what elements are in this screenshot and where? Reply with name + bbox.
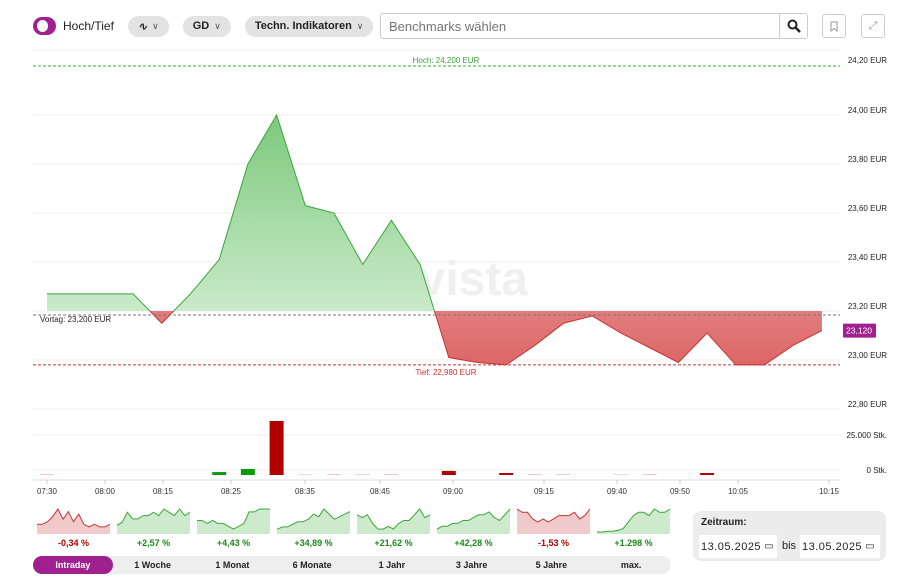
sparkline-percent: -0,34 % (57, 538, 90, 548)
volume-bar (642, 474, 657, 475)
sparkline-7[interactable]: +1.298 % (597, 505, 671, 548)
volume-bar (269, 420, 284, 475)
range-1-jahr[interactable]: 1 Jahr (352, 556, 432, 574)
x-tick-label: 07:30 (37, 487, 58, 496)
x-tick-label: 10:05 (728, 487, 749, 496)
y-tick-label: 24,00 EUR (848, 106, 887, 115)
sparkline-5[interactable]: +42,28 % (436, 505, 511, 548)
volume-bar (384, 474, 399, 475)
y-tick-label: 23,40 EUR (848, 253, 887, 262)
volume-bar (327, 474, 341, 475)
date-to-value: 13.05.2025 (802, 540, 863, 553)
sparkline-2[interactable]: +4,43 % (197, 505, 270, 548)
sparkline-3[interactable]: +34,89 % (276, 505, 351, 548)
date-from-input[interactable]: 13.05.2025 ▭ (699, 535, 777, 558)
range-3-jahre[interactable]: 3 Jahre (432, 556, 512, 574)
sparkline-chart (356, 508, 431, 534)
sparkline-percent: +4,43 % (216, 538, 251, 548)
sparkline-percent: -1,53 % (537, 538, 570, 548)
sparkline-6[interactable]: -1,53 % (516, 505, 591, 548)
x-tick-label: 08:45 (370, 487, 391, 496)
volume-bar (499, 473, 514, 475)
sparkline-chart (197, 508, 270, 534)
date-from-value: 13.05.2025 (701, 540, 762, 553)
zeitraum-panel: Zeitraum: 13.05.2025 ▭ bis 13.05.2025 ▭ (693, 511, 886, 561)
sparkline-percent: +42,28 % (454, 538, 493, 548)
range-1-woche[interactable]: 1 Woche (113, 556, 193, 574)
x-tick-label: 09:15 (534, 487, 555, 496)
previous-close-label: Vortag: 23,200 EUR (40, 315, 111, 324)
volume-bar (441, 470, 456, 475)
volume-bar (527, 474, 542, 475)
y-tick-label: 24,20 EUR (848, 56, 887, 65)
high-label: Hoch: 24,200 EUR (413, 56, 480, 65)
x-tick-label: 09:00 (443, 487, 464, 496)
volume-bar (212, 472, 227, 475)
x-tick-label: 09:50 (670, 487, 691, 496)
price-area-down (47, 311, 822, 365)
low-label: Tief: 22,980 EUR (415, 368, 476, 377)
bis-label: bis (782, 540, 797, 552)
volume-bar (298, 474, 313, 475)
y-tick-label: 23,20 EUR (848, 302, 887, 311)
range-max[interactable]: max. (591, 556, 671, 574)
x-tick-label: 08:15 (153, 487, 174, 496)
x-tick-label: 08:35 (295, 487, 316, 496)
sparkline-chart (516, 508, 591, 534)
calendar-icon[interactable]: ▭ (865, 541, 875, 552)
range-5-jahre[interactable]: 5 Jahre (512, 556, 592, 574)
volume-bar (556, 474, 571, 475)
y-tick-label: 23,80 EUR (848, 155, 887, 164)
range-1-monat[interactable]: 1 Monat (193, 556, 273, 574)
x-tick-label: 09:40 (607, 487, 628, 496)
sparkline-chart (116, 508, 191, 534)
volume-bar (40, 474, 54, 475)
range-intraday[interactable]: Intraday (33, 556, 113, 574)
calendar-icon[interactable]: ▭ (764, 541, 774, 552)
price-chart[interactable]: onvista 24,20 EUR24,00 EUR23,80 EUR23,60… (0, 0, 907, 500)
sparkline-chart (37, 508, 111, 534)
sparkline-percent: +2,57 % (136, 538, 171, 548)
zeitraum-label: Zeitraum: (701, 517, 747, 528)
volume-tick-label: 25.000 Stk. (847, 431, 887, 440)
sparkline-chart (276, 508, 351, 534)
sparkline-4[interactable]: +21,62 % (356, 505, 431, 548)
range-6-monate[interactable]: 6 Monate (272, 556, 352, 574)
volume-tick-label: 0 Stk. (867, 466, 887, 475)
y-tick-label: 23,60 EUR (848, 204, 887, 213)
volume-bar (355, 474, 370, 475)
x-tick-label: 08:00 (95, 487, 116, 496)
volume-bar (614, 474, 628, 475)
volume-bar (700, 473, 715, 475)
y-tick-label: 22,80 EUR (848, 400, 887, 409)
sparkline-percent: +1.298 % (614, 538, 653, 548)
y-tick-label: 23,00 EUR (848, 351, 887, 360)
last-price-value: 23,120 (846, 326, 872, 336)
x-tick-label: 08:25 (221, 487, 242, 496)
sparkline-percent: +21,62 % (374, 538, 413, 548)
volume-bar (240, 468, 255, 475)
date-to-input[interactable]: 13.05.2025 ▭ (800, 535, 880, 558)
sparkline-percent: +34,89 % (294, 538, 333, 548)
sparkline-chart (436, 508, 511, 534)
sparkline-0[interactable]: -0,34 % (37, 505, 111, 548)
x-tick-label: 10:15 (819, 487, 840, 496)
sparkline-chart (597, 508, 671, 534)
sparkline-1[interactable]: +2,57 % (116, 505, 191, 548)
range-selector: Intraday 1 Woche 1 Monat 6 Monate 1 Jahr 3 Ja… (33, 556, 671, 574)
